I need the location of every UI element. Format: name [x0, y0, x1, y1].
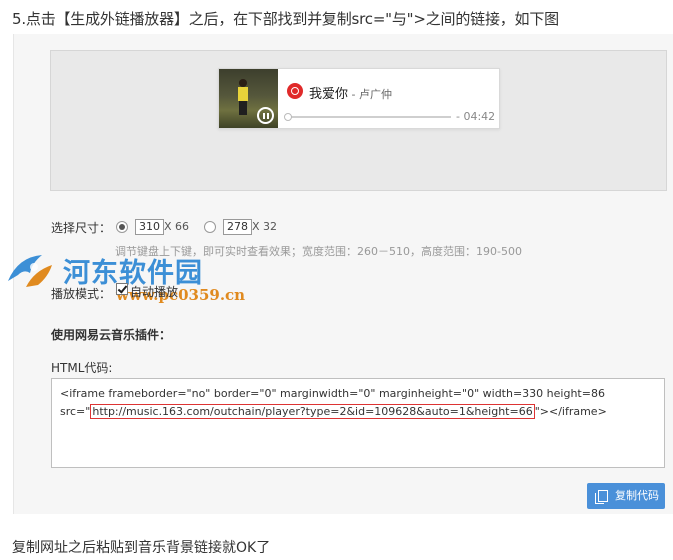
size-option-1-radio[interactable]: [116, 221, 128, 233]
copy-code-label: 复制代码: [615, 489, 659, 502]
code-line-2: src=" http://music.163.com/outchain/playe…: [60, 403, 656, 421]
size-option-2-input[interactable]: 278: [223, 219, 252, 235]
song-duration: - 04:42: [456, 110, 496, 123]
song-artist: - 卢广仲: [348, 88, 392, 101]
size-option-2-suffix: X 32: [252, 220, 278, 233]
size-option-2-radio[interactable]: [204, 221, 216, 233]
size-label: 选择尺寸：: [51, 221, 112, 235]
album-cover-image: [219, 69, 278, 128]
pause-icon[interactable]: [257, 107, 274, 124]
progress-knob[interactable]: [284, 113, 292, 121]
plugin-section-title: 使用网易云音乐插件：: [51, 328, 172, 342]
step-heading: 5.点击【生成外链播放器】之后，在下部找到并复制src="与">之间的链接，如下…: [12, 10, 559, 28]
html-code-label: HTML代码:: [51, 361, 113, 375]
progress-bar[interactable]: [284, 113, 451, 121]
song-title: 我爱你 - 卢广仲: [309, 83, 392, 102]
size-option-1-input[interactable]: 310: [135, 219, 164, 235]
code-src-suffix: "></iframe>: [534, 405, 607, 418]
song-name: 我爱你: [309, 87, 349, 102]
playback-mode-label: 播放模式：: [51, 287, 112, 301]
autoplay-label: 自动播放: [130, 285, 179, 299]
watermark-logo-icon: [8, 255, 52, 287]
netease-music-icon: [287, 83, 303, 99]
code-line-1: <iframe frameborder="no" border="0" marg…: [60, 387, 605, 400]
size-option-1-suffix: X 66: [164, 220, 190, 233]
copy-icon: [595, 490, 608, 504]
autoplay-checkbox[interactable]: [116, 283, 128, 295]
html-code-textarea[interactable]: <iframe frameborder="no" border="0" marg…: [51, 378, 665, 468]
code-src-prefix: src=": [60, 405, 91, 418]
highlighted-src-url: http://music.163.com/outchain/player?typ…: [90, 404, 535, 419]
player-widget: 我爱你 - 卢广仲 - 04:42: [218, 68, 500, 129]
copy-code-button[interactable]: 复制代码: [587, 483, 665, 509]
bottom-note: 复制网址之后粘贴到音乐背景链接就OK了: [12, 540, 271, 556]
